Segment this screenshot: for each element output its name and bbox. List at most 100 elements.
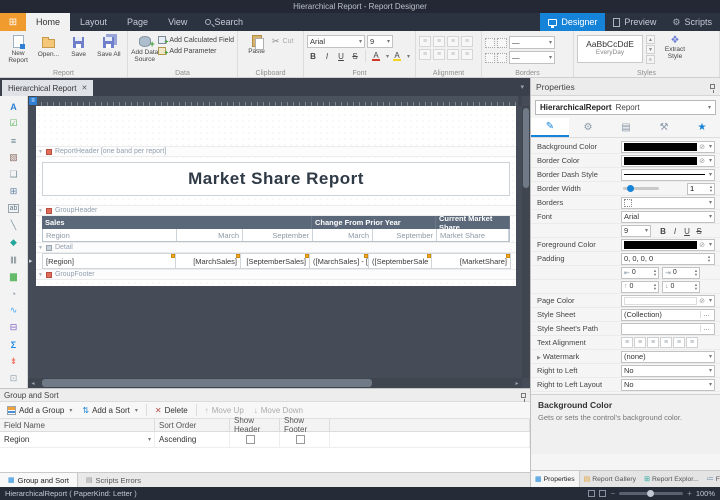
property-row-padding[interactable]: Padding 0, 0, 0, 0▲▼ xyxy=(531,252,720,266)
font-size-combo[interactable]: 9 ▾ xyxy=(367,35,393,48)
spinner-arrows-icon[interactable]: ▲▼ xyxy=(707,255,712,262)
border-outline-icon[interactable] xyxy=(485,53,495,63)
strikethrough-button[interactable]: S xyxy=(349,50,361,62)
property-row-watermark[interactable]: ▶Watermark (none)▾ xyxy=(531,350,720,364)
add-group-button[interactable]: Add a Group ▾ xyxy=(3,405,76,416)
zoom-slider[interactable] xyxy=(619,492,683,495)
border-color-combo[interactable]: — ▾ xyxy=(509,51,555,64)
page-break-tool[interactable]: ⇟ xyxy=(2,353,26,370)
property-row-page-color[interactable]: Page Color ⊘▾ xyxy=(531,294,720,308)
border-color-editor[interactable]: ⊘▾ xyxy=(621,155,715,167)
header-cell-market-share[interactable]: Market Share xyxy=(437,229,509,241)
font-italic-button[interactable]: I xyxy=(669,225,681,237)
fit-width-icon[interactable] xyxy=(599,490,606,497)
close-icon[interactable]: ✕ xyxy=(81,84,87,92)
font-strike-button[interactable]: S xyxy=(693,225,705,237)
smart-tag-icon[interactable] xyxy=(506,254,510,258)
align-left-icon[interactable]: ≡ xyxy=(419,36,431,47)
spinner-arrows-icon[interactable]: ▲▼ xyxy=(694,283,699,290)
align-middle-center-icon[interactable]: ≡ xyxy=(673,337,685,348)
field-september-sales[interactable]: [SeptemberSales] xyxy=(240,253,310,269)
field-name-combo[interactable]: Region ▾ xyxy=(0,432,155,447)
padding-editor[interactable]: 0, 0, 0, 0▲▼ xyxy=(621,253,715,265)
behavior-category-tab[interactable]: ⚒ xyxy=(645,118,683,137)
spinner-arrows-icon[interactable]: ▲▼ xyxy=(653,269,658,276)
collapse-chevron-icon[interactable]: ▼ xyxy=(38,149,43,155)
field-march-change-expression[interactable]: ([MarchSales] - [ xyxy=(309,253,369,269)
align-right-icon[interactable]: ≡ xyxy=(447,36,459,47)
align-middle-right-icon[interactable]: ≡ xyxy=(686,337,698,348)
horizontal-scrollbar-thumb[interactable] xyxy=(42,379,372,387)
background-color-editor[interactable]: ⊘▾ xyxy=(621,141,715,153)
font-name-editor[interactable]: Arial▾ xyxy=(621,211,715,223)
header-cell-march-2[interactable]: March xyxy=(313,229,373,241)
collapse-chevron-icon[interactable]: ▼ xyxy=(38,272,43,278)
property-row-border-color[interactable]: Border Color ⊘▾ xyxy=(531,154,720,168)
underline-button[interactable]: U xyxy=(335,50,347,62)
property-row-background-color[interactable]: Background Color ⊘▾ xyxy=(531,140,720,154)
tab-layout[interactable]: Layout xyxy=(70,13,117,31)
expand-chevron-icon[interactable]: ▶ xyxy=(537,355,541,361)
ellipsis-button[interactable]: … xyxy=(700,325,712,332)
designer-mode-button[interactable]: Designer xyxy=(540,13,605,31)
field-market-share[interactable]: [MarketShare] xyxy=(431,253,511,269)
property-row-font[interactable]: Font Arial▾ xyxy=(531,210,720,224)
barcode-tool[interactable]: ∥∥ xyxy=(2,251,26,268)
line-tool[interactable]: ╲ xyxy=(2,217,26,234)
property-row-style-sheet-path[interactable]: Style Sheet's Path … xyxy=(531,322,720,336)
spinner-arrows-icon[interactable]: ▲▼ xyxy=(709,185,714,192)
header-cell-september-2[interactable]: September xyxy=(373,229,437,241)
align-top-icon[interactable]: ≡ xyxy=(419,49,431,60)
zoom-in-icon[interactable]: + xyxy=(687,489,692,498)
checkbox-tool[interactable]: ☑ xyxy=(2,115,26,132)
scroll-left-icon[interactable]: ◂ xyxy=(28,380,38,387)
style-sheet-path-editor[interactable]: … xyxy=(621,323,715,335)
align-top-right-icon[interactable]: ≡ xyxy=(647,337,659,348)
header-cell-region[interactable]: Region xyxy=(43,229,177,241)
appearance-category-tab[interactable]: ✎ xyxy=(531,118,569,137)
border-none-icon[interactable] xyxy=(497,38,507,48)
header-cell-september[interactable]: September xyxy=(243,229,313,241)
property-row-right-to-left-layout[interactable]: Right to Left Layout No▾ xyxy=(531,378,720,392)
sparkline-tool[interactable]: ∿ xyxy=(2,302,26,319)
property-row-text-alignment[interactable]: Text Alignment ≡ ≡ ≡ ≡ ≡ ≡ xyxy=(531,336,720,350)
cross-band-tool[interactable]: ⊡ xyxy=(2,370,26,387)
table-tool[interactable]: ⊞ xyxy=(2,183,26,200)
pin-icon[interactable] xyxy=(521,393,526,398)
add-parameter-button[interactable]: Add Parameter xyxy=(158,47,234,55)
scroll-right-icon[interactable]: ▸ xyxy=(512,380,522,387)
favorites-category-tab[interactable]: ★ xyxy=(683,118,720,137)
tab-group-and-sort[interactable]: ▦ Group and Sort xyxy=(0,473,78,487)
report-smart-tag[interactable]: ≡ xyxy=(29,97,37,105)
selected-object-combo[interactable]: HierarchicalReport Report ▾ xyxy=(535,100,716,115)
move-down-button[interactable]: ↓ Move Down xyxy=(250,405,307,416)
align-bottom-icon[interactable]: ≡ xyxy=(447,49,459,60)
show-footer-checkbox[interactable] xyxy=(296,435,305,444)
sort-order-cell[interactable]: Ascending xyxy=(155,432,230,447)
tab-field-list[interactable]: ≔Field List xyxy=(703,471,720,487)
chart-tool[interactable]: ▆ xyxy=(2,268,26,285)
padding-top-spinner[interactable]: ↑0▲▼ xyxy=(621,281,659,293)
group-footer-band-strip[interactable]: ▼ GroupFooter xyxy=(36,269,516,280)
right-to-left-layout-editor[interactable]: No▾ xyxy=(621,379,715,391)
style-sheet-editor[interactable]: (Collection)… xyxy=(621,309,715,321)
design-canvas[interactable]: ▸ ▼ ReportHeader [one band per report] M… xyxy=(28,106,522,378)
property-row-borders[interactable]: Borders ▾ xyxy=(531,196,720,210)
collapse-chevron-icon[interactable]: ▼ xyxy=(38,208,43,214)
chevron-down-icon[interactable]: ▾ xyxy=(386,53,389,60)
tab-properties[interactable]: ▦Properties xyxy=(531,471,580,487)
vertical-scrollbar[interactable] xyxy=(522,106,530,378)
spinner-arrows-icon[interactable]: ▲▼ xyxy=(653,283,658,290)
tab-view[interactable]: View xyxy=(158,13,197,31)
padding-bottom-spinner[interactable]: ↓0▲▼ xyxy=(662,281,700,293)
header-cell-current-share[interactable]: Current Market Share xyxy=(436,216,510,229)
page-color-editor[interactable]: ⊘▾ xyxy=(621,295,715,307)
extract-style-button[interactable]: ❖ Extract Style xyxy=(658,35,692,60)
gallery-expand-icon[interactable]: ≡ xyxy=(646,55,655,64)
gauge-tool[interactable]: ◔ xyxy=(2,285,26,302)
font-size-editor[interactable]: 9▾ xyxy=(621,225,651,237)
border-line-style-combo[interactable]: — ▾ xyxy=(509,36,555,49)
slider-thumb[interactable] xyxy=(627,185,634,192)
table-header-row-2[interactable]: Region March September March September M… xyxy=(42,229,510,242)
preview-mode-button[interactable]: Preview xyxy=(605,13,664,31)
